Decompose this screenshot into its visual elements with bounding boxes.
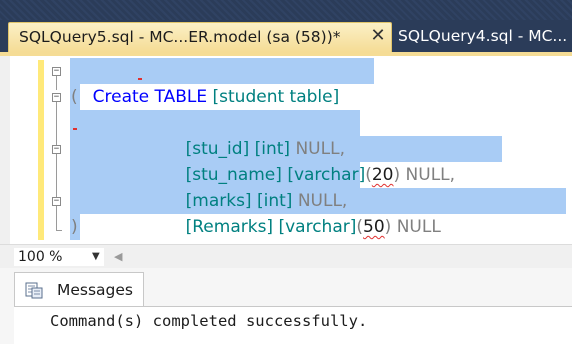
code-line-2: ( — [71, 87, 78, 107]
outline-line — [56, 154, 57, 198]
tab-sqlquery4[interactable]: SQLQuery4.sql - MC... — [392, 22, 572, 52]
error-marker — [73, 128, 77, 133]
paren-close: ) — [384, 217, 392, 237]
outline-line — [56, 102, 57, 150]
tab-sqlquery5[interactable]: SQLQuery5.sql - MC...ER.model (sa (58))*… — [8, 22, 392, 52]
editor-status-bar: 100 % ▼ ◀ — [0, 244, 572, 269]
collapse-icon[interactable]: − — [52, 67, 61, 76]
zoom-dropdown[interactable]: 100 % ▼ — [14, 248, 104, 266]
null-keyword: NULL — [405, 165, 450, 185]
outline-line — [56, 206, 57, 230]
close-icon[interactable]: ✕ — [369, 26, 387, 46]
comma: , — [449, 165, 456, 185]
collapse-icon[interactable]: − — [52, 93, 61, 102]
paren-close: ) — [393, 165, 401, 185]
outline-line — [56, 76, 57, 90]
tab-sqlquery5-label: SQLQuery5.sql - MC...ER.model (sa (58))* — [19, 28, 341, 46]
messages-icon — [25, 281, 43, 299]
column-name: [Remarks] — [185, 217, 274, 237]
column-type: [varchar] — [278, 217, 357, 237]
scroll-left-icon[interactable]: ◀ — [114, 250, 122, 263]
messages-panel: Command(s) completed successfully. — [14, 306, 572, 345]
outline-end — [56, 230, 62, 231]
chevron-down-icon[interactable]: ▼ — [92, 251, 100, 262]
tab-messages-label: Messages — [57, 281, 134, 299]
length-value: 20 — [371, 165, 394, 185]
paren-open: ( — [365, 165, 372, 185]
null-keyword: NULL — [396, 217, 441, 237]
document-tab-strip: SQLQuery5.sql - MC...ER.model (sa (58))*… — [0, 0, 572, 56]
tab-strip-background — [0, 0, 572, 20]
indicator-margin — [0, 56, 10, 244]
zoom-value: 100 % — [18, 249, 63, 265]
code-line-7: ) — [71, 217, 78, 237]
keyword-create: Create — [92, 87, 150, 107]
change-tracking-bar — [38, 60, 44, 240]
collapse-icon[interactable]: − — [52, 145, 61, 154]
table-name: [student table] — [212, 87, 340, 107]
result-message: Command(s) completed successfully. — [50, 312, 368, 330]
collapse-icon[interactable]: − — [52, 197, 61, 206]
tab-sqlquery4-label: SQLQuery4.sql - MC... — [398, 27, 568, 45]
error-marker — [138, 78, 142, 83]
query-editor[interactable]: − − − − Create TABLE [student table] ( [… — [0, 56, 572, 244]
keyword-table: TABLE — [154, 87, 208, 107]
results-pane: Messages Command(s) completed successful… — [0, 268, 572, 345]
tab-messages[interactable]: Messages — [14, 272, 144, 306]
length-value: 50 — [363, 217, 385, 237]
